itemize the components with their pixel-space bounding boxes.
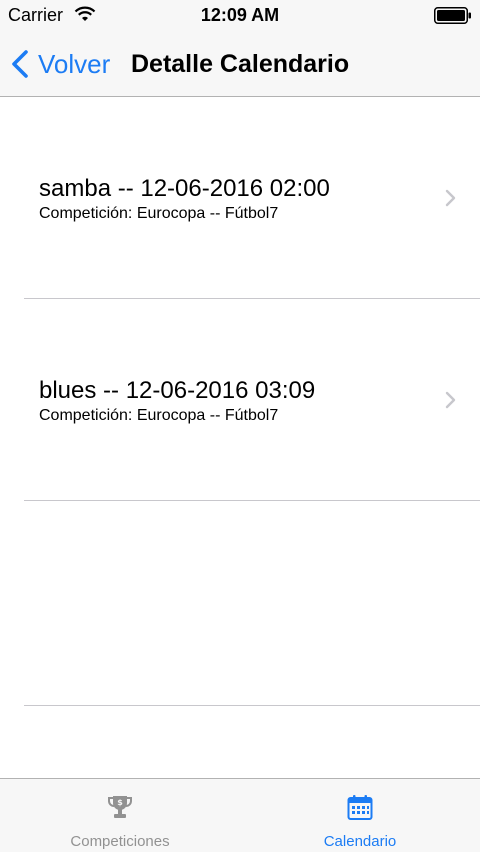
tab-label-calendario: Calendario (323, 833, 397, 850)
battery-icon (434, 7, 471, 24)
svg-text:$: $ (117, 798, 123, 807)
row-title: blues -- 12-06-2016 03:09 (39, 377, 316, 404)
back-button[interactable]: Volver (10, 46, 110, 82)
status-bar: Carrier 12:09 AM (0, 0, 480, 32)
table-row[interactable]: samba -- 12-06-2016 02:00 Competición: E… (0, 97, 480, 299)
empty-row (0, 501, 480, 706)
chevron-right-icon (445, 391, 456, 409)
back-label: Volver (38, 48, 111, 79)
row-subtitle: Competición: Eurocopa -- Fútbol7 (39, 407, 279, 424)
calendar-table: samba -- 12-06-2016 02:00 Competición: E… (0, 97, 480, 706)
chevron-left-icon (12, 50, 28, 78)
trophy-icon: $ (108, 796, 132, 818)
row-subtitle: Competición: Eurocopa -- Fútbol7 (39, 205, 279, 222)
navigation-bar: Volver Detalle Calendario (0, 32, 480, 97)
tab-competiciones[interactable]: $ Competiciones (0, 779, 240, 852)
screen: Carrier 12:09 AM Volver Detalle Calendar… (0, 0, 480, 852)
row-separator (24, 705, 480, 706)
page-title: Detalle Calendario (131, 50, 350, 78)
tab-label-competiciones: Competiciones (70, 833, 170, 850)
row-title: samba -- 12-06-2016 02:00 (39, 175, 330, 202)
table-row[interactable]: blues -- 12-06-2016 03:09 Competición: E… (0, 299, 480, 501)
tab-bar: $ Competiciones Calendario (0, 778, 480, 852)
tab-calendario[interactable]: Calendario (240, 779, 480, 852)
calendar-icon (347, 795, 373, 820)
clock: 12:09 AM (200, 5, 280, 25)
chevron-right-icon (445, 189, 456, 207)
